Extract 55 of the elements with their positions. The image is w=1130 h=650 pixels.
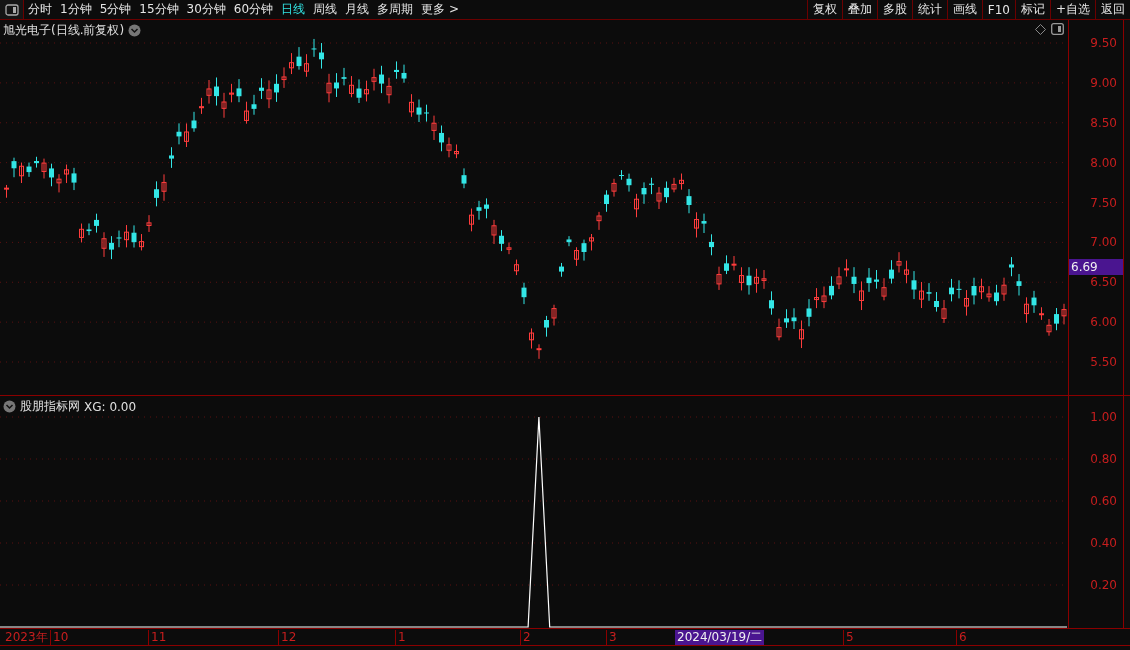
date-axis-label: 1 xyxy=(395,630,406,645)
date-axis-label: 5 xyxy=(843,630,854,645)
series-name: XG xyxy=(84,399,102,414)
chevron-down-icon[interactable] xyxy=(3,400,16,413)
cursor-date-label: 2024/03/19/二 xyxy=(675,630,765,645)
date-axis-label: 12 xyxy=(278,630,297,645)
date-axis-label: 11 xyxy=(148,630,167,645)
toolbar-button[interactable]: 画线 xyxy=(946,0,982,19)
period-tab[interactable]: 15分钟 xyxy=(135,0,183,19)
toolbar-button[interactable]: F10 xyxy=(981,0,1015,19)
period-tab[interactable]: 分时 xyxy=(24,0,56,19)
date-axis-label: 3 xyxy=(606,630,617,645)
y-axis-tick-label: 0.40 xyxy=(1090,535,1117,551)
price-axis-label: 6.50 xyxy=(1090,274,1117,291)
date-axis-label: 2023年 xyxy=(4,630,48,645)
period-tab[interactable]: 月线 xyxy=(341,0,374,19)
indicator-title: 股朋指标网 xyxy=(20,398,80,415)
indicator-reading: : 0.00 xyxy=(101,399,137,414)
panel-toggle-icon xyxy=(4,3,19,16)
period-tab[interactable]: 更多 > xyxy=(417,0,463,19)
toolbar-button[interactable]: +自选 xyxy=(1049,0,1095,19)
price-axis-label: 6.00 xyxy=(1090,314,1117,331)
y-axis-tick-label: 0.20 xyxy=(1090,577,1117,593)
price-axis-label: 7.00 xyxy=(1090,234,1117,251)
period-tab[interactable]: 周线 xyxy=(309,0,342,19)
panel-toggle-icon[interactable] xyxy=(1051,23,1064,35)
price-axis-label: 8.00 xyxy=(1090,154,1117,171)
toolbar-button[interactable]: 标记 xyxy=(1014,0,1050,19)
toolbar-button[interactable]: 返回 xyxy=(1095,0,1130,19)
price-axis-label: 9.00 xyxy=(1090,74,1117,91)
price-axis-label: 8.50 xyxy=(1090,114,1117,131)
date-axis-label: 10 xyxy=(50,630,69,645)
toolbar-button[interactable]: 多股 xyxy=(876,0,912,19)
price-axis-label: 9.50 xyxy=(1090,35,1117,51)
y-axis-tick-label: 0.60 xyxy=(1090,493,1117,509)
chevron-down-icon[interactable] xyxy=(128,24,142,37)
period-tab[interactable]: 5分钟 xyxy=(95,0,136,19)
diamond-icon[interactable] xyxy=(1035,24,1046,35)
y-axis-tick-label: 1.00 xyxy=(1090,409,1117,425)
date-axis-label: 6 xyxy=(956,630,967,645)
price-axis-label: 7.50 xyxy=(1090,194,1117,211)
panel-toggle-button[interactable] xyxy=(0,0,24,19)
toolbar-button[interactable]: 叠加 xyxy=(841,0,877,19)
period-tab[interactable]: 1分钟 xyxy=(56,0,96,19)
period-tab[interactable]: 多周期 xyxy=(373,0,418,19)
chart-title: 旭光电子(日线.前复权) xyxy=(3,22,125,39)
period-tab[interactable]: 30分钟 xyxy=(182,0,230,19)
price-axis-label: 5.50 xyxy=(1090,354,1117,370)
period-tab[interactable]: 60分钟 xyxy=(229,0,278,19)
y-axis-tick-label: 0.80 xyxy=(1090,451,1117,467)
period-tab[interactable]: 日线 xyxy=(277,0,310,19)
toolbar-button[interactable]: 复权 xyxy=(806,0,842,19)
date-axis-label: 2 xyxy=(520,630,531,645)
toolbar-button[interactable]: 统计 xyxy=(911,0,947,19)
current-price-tag: 6.69 xyxy=(1069,259,1123,276)
